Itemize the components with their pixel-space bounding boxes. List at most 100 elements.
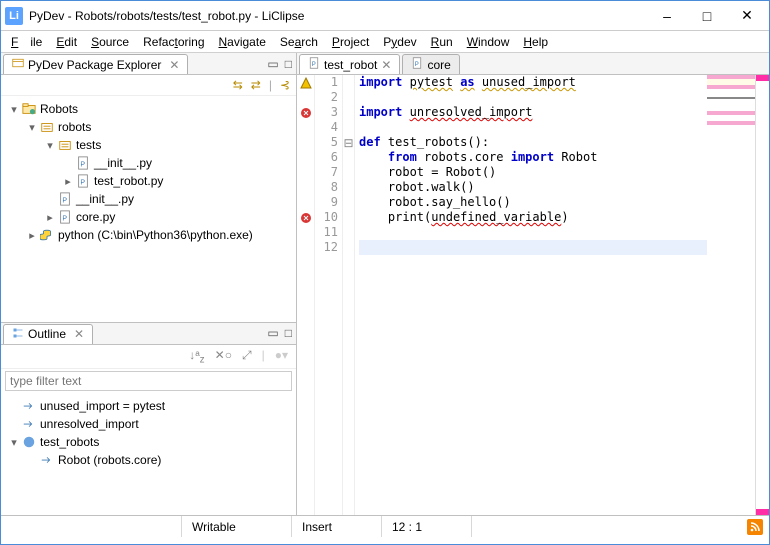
outline-item-label: Robot (robots.core) — [58, 453, 161, 467]
close-icon[interactable]: ✕ — [381, 58, 391, 72]
outline-item-label: test_robots — [40, 435, 99, 449]
status-cursor-position: 12 : 1 — [381, 516, 471, 537]
svg-text:P: P — [80, 180, 85, 187]
outline-filter-input[interactable] — [5, 371, 292, 391]
expand-icon[interactable]: ⤢ — [242, 348, 252, 365]
tree-item-label: __init__.py — [94, 156, 152, 170]
package-explorer-title: PyDev Package Explorer — [28, 58, 161, 72]
view-menu-icon[interactable]: ●▾ — [275, 348, 288, 365]
import-icon — [21, 398, 37, 414]
expand-icon[interactable]: ▾ — [7, 103, 21, 116]
error-marker-icon[interactable] — [297, 105, 314, 120]
sort-icon[interactable]: ↓ᵃz — [189, 348, 204, 365]
package-explorer-tree[interactable]: ▾Robots ▾robots ▾tests P__init__.py ▸Pte… — [1, 96, 296, 322]
status-insert-mode: Insert — [291, 516, 381, 537]
python-file-icon: P — [411, 57, 423, 72]
svg-text:P: P — [80, 162, 85, 169]
package-icon — [39, 119, 55, 135]
status-writable: Writable — [181, 516, 291, 537]
expand-icon[interactable]: ▸ — [25, 229, 39, 242]
svg-text:P: P — [312, 62, 316, 68]
tree-item-label: tests — [76, 138, 101, 152]
expand-icon[interactable]: ▸ — [61, 175, 75, 188]
expand-icon[interactable]: ▸ — [43, 211, 57, 224]
python-file-icon: P — [57, 191, 73, 207]
statusbar: Writable Insert 12 : 1 — [1, 515, 769, 537]
overview-ruler[interactable] — [755, 75, 769, 515]
outline-view: Outline ✕ ▭ □ ↓ᵃz ✕○ ⤢ | ●▾ unused_impor… — [1, 323, 296, 515]
python-file-icon: P — [75, 155, 91, 171]
python-interpreter-icon — [39, 227, 55, 243]
menu-refactoring[interactable]: Refactoring — [137, 33, 210, 51]
menu-pydev[interactable]: Pydev — [377, 33, 422, 51]
maximize-view-icon[interactable]: □ — [285, 326, 292, 340]
titlebar: Li PyDev - Robots/robots/tests/test_robo… — [1, 1, 769, 31]
menu-file[interactable]: File — [5, 33, 48, 51]
svg-text:P: P — [62, 198, 67, 205]
svg-text:P: P — [62, 216, 67, 223]
tree-item-label: Robots — [40, 102, 78, 116]
outline-title: Outline — [28, 327, 66, 341]
minimize-button[interactable]: – — [647, 2, 687, 30]
python-file-icon: P — [308, 57, 320, 72]
package-explorer-view: PyDev Package Explorer ✕ ▭ □ ⇆ ⇄ | ⊰ ▾Ro… — [1, 53, 296, 323]
import-icon — [21, 416, 37, 432]
status-cell — [1, 516, 181, 537]
maximize-button[interactable]: □ — [687, 2, 727, 30]
marker-ruler[interactable] — [297, 75, 315, 515]
tree-item-label: __init__.py — [76, 192, 134, 206]
menu-source[interactable]: Source — [85, 33, 135, 51]
hide-fields-icon[interactable]: ✕○ — [215, 348, 232, 365]
menu-project[interactable]: Project — [326, 33, 375, 51]
outline-item-label: unresolved_import — [40, 417, 139, 431]
tree-item-label: python (C:\bin\Python36\python.exe) — [58, 228, 253, 242]
minimize-view-icon[interactable]: ▭ — [267, 326, 278, 340]
line-number-ruler[interactable]: 123456789101112 — [315, 75, 343, 515]
rss-icon[interactable] — [747, 519, 763, 535]
app-icon: Li — [5, 7, 23, 25]
close-window-button[interactable]: ✕ — [727, 2, 767, 30]
outline-tree[interactable]: unused_import = pytest unresolved_import… — [1, 393, 296, 515]
python-file-icon: P — [57, 209, 73, 225]
menu-navigate[interactable]: Navigate — [213, 33, 272, 51]
editor-tab-test-robot[interactable]: P test_robot ✕ — [299, 54, 400, 74]
editor-tab-core[interactable]: P core — [402, 54, 459, 74]
error-marker-icon[interactable] — [297, 210, 314, 225]
tree-item-label: robots — [58, 120, 91, 134]
project-icon — [21, 101, 37, 117]
menu-help[interactable]: Help — [517, 33, 554, 51]
view-menu-icon[interactable]: ⊰ — [280, 78, 290, 92]
expand-icon[interactable]: ▾ — [25, 121, 39, 134]
tree-item-label: test_robot.py — [94, 174, 163, 188]
fold-ruler[interactable]: ⊟ — [343, 75, 355, 515]
python-file-icon: P — [75, 173, 91, 189]
menubar: File Edit Source Refactoring Navigate Se… — [1, 31, 769, 53]
outline-tab[interactable]: Outline ✕ — [3, 324, 93, 344]
tree-item-label: core.py — [76, 210, 115, 224]
minimize-view-icon[interactable]: ▭ — [267, 57, 278, 71]
editor-tab-label: core — [427, 58, 450, 72]
menu-run[interactable]: Run — [425, 33, 459, 51]
expand-icon[interactable]: ▾ — [43, 139, 57, 152]
svg-text:P: P — [415, 62, 419, 68]
package-explorer-tab[interactable]: PyDev Package Explorer ✕ — [3, 54, 188, 74]
import-icon — [39, 452, 55, 468]
fold-toggle-icon[interactable]: ⊟ — [343, 135, 354, 150]
maximize-view-icon[interactable]: □ — [285, 57, 292, 71]
outline-icon — [12, 327, 24, 342]
collapse-all-icon[interactable]: ⇆ — [233, 78, 243, 92]
window-title: PyDev - Robots/robots/tests/test_robot.p… — [29, 9, 647, 23]
menu-window[interactable]: Window — [461, 33, 516, 51]
editor-tab-label: test_robot — [324, 58, 377, 72]
expand-icon[interactable]: ▾ — [7, 436, 21, 449]
warning-marker-icon[interactable] — [297, 75, 314, 90]
code-editor[interactable]: import pytest as unused_import import un… — [355, 75, 707, 515]
close-icon[interactable]: ✕ — [74, 327, 84, 341]
menu-edit[interactable]: Edit — [50, 33, 83, 51]
outline-item-label: unused_import = pytest — [40, 399, 165, 413]
package-icon — [57, 137, 73, 153]
close-icon[interactable]: ✕ — [169, 58, 179, 72]
function-icon — [21, 434, 37, 450]
menu-search[interactable]: Search — [274, 33, 324, 51]
link-editor-icon[interactable]: ⇄ — [251, 78, 261, 92]
